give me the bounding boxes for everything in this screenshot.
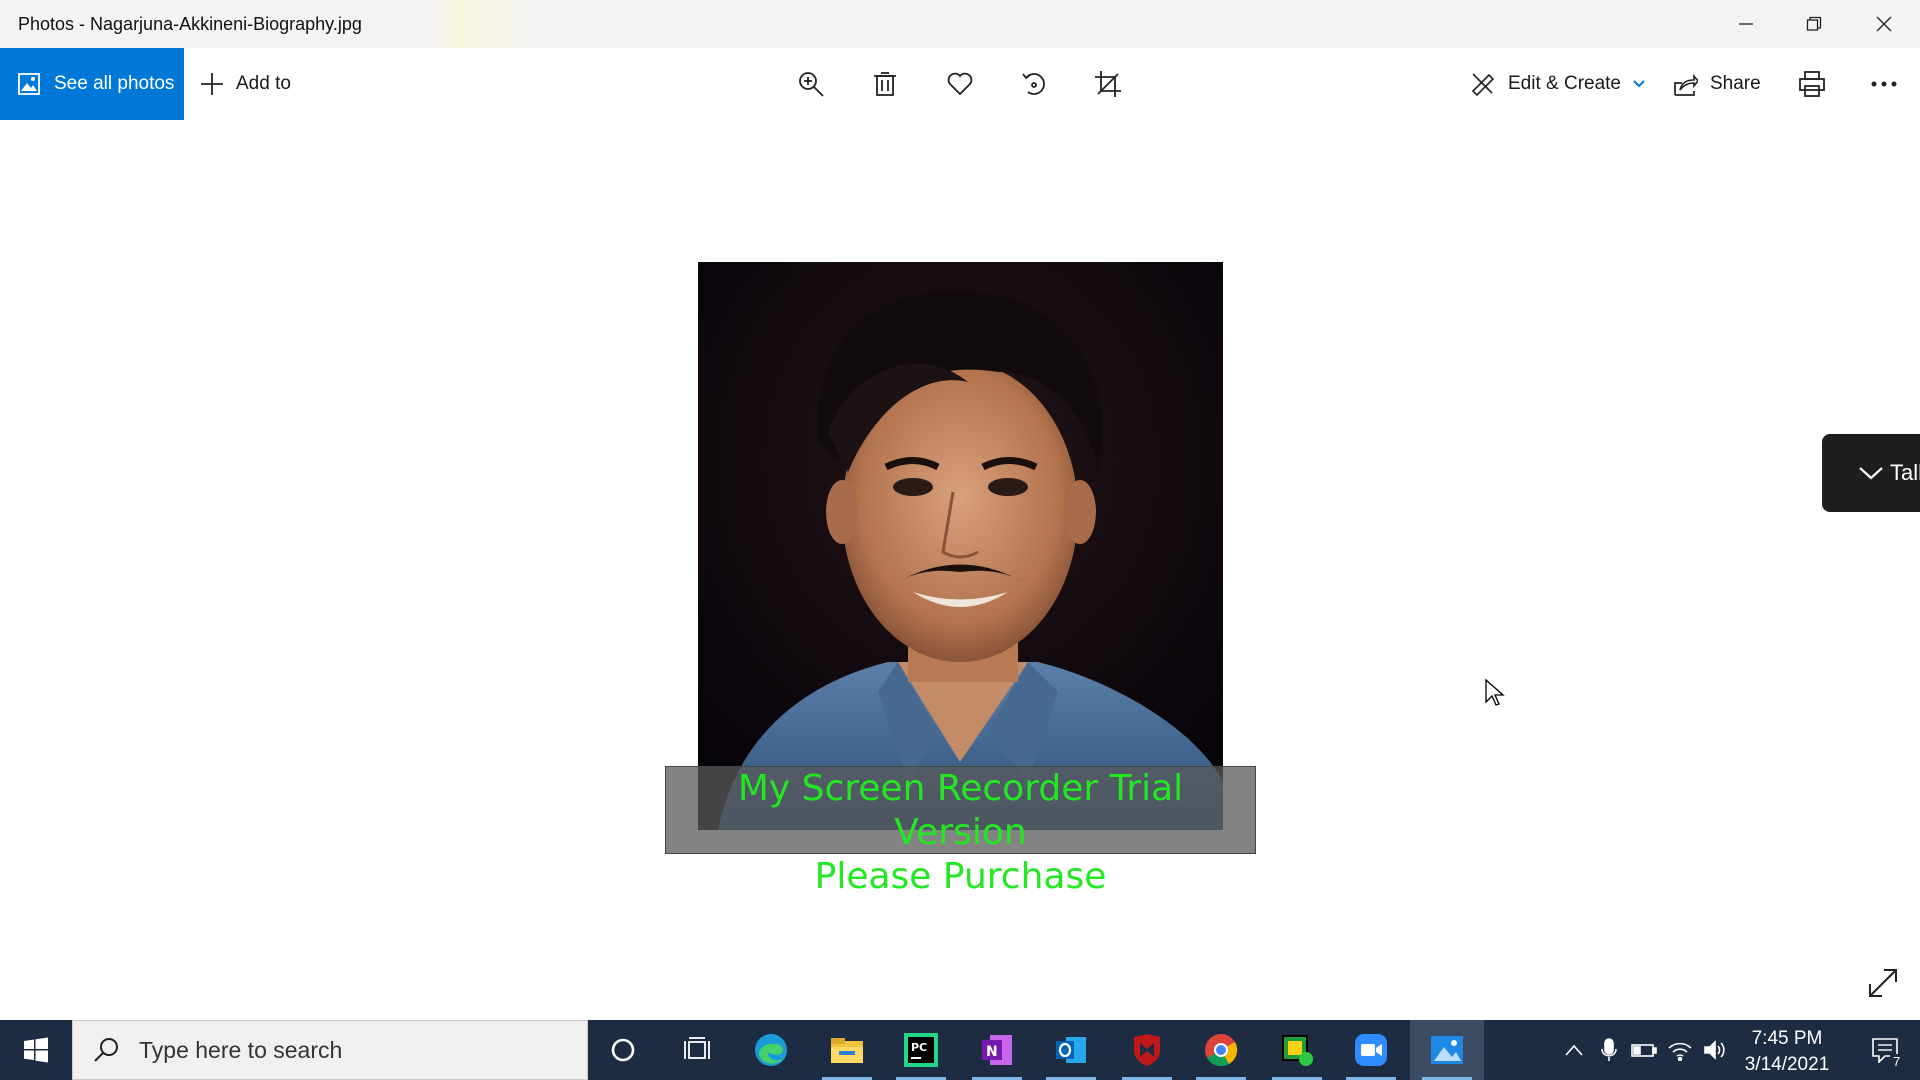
trial-watermark: My Screen Recorder Trial Version Please …: [665, 766, 1256, 897]
taskbar-file-explorer[interactable]: [810, 1020, 884, 1080]
notification-count-badge: 7: [1890, 1054, 1904, 1069]
minimize-icon: [1739, 23, 1753, 25]
clock-date: 3/14/2021: [1744, 1054, 1830, 1075]
taskbar-task-view[interactable]: [660, 1020, 734, 1080]
microphone-icon: [1601, 1038, 1617, 1061]
share-label: Share: [1710, 73, 1761, 94]
share-icon: [1674, 73, 1698, 96]
photo-viewer-image: [698, 262, 1223, 830]
crop-button[interactable]: [1088, 64, 1128, 104]
app-icon: [1282, 1035, 1313, 1066]
start-button[interactable]: [0, 1020, 72, 1080]
edit-create-button[interactable]: Edit & Create: [1470, 48, 1647, 120]
taskbar-pycharm[interactable]: PC: [884, 1020, 958, 1080]
taskbar: Type here to search PC N 7:45 PM 3/14/20…: [0, 1020, 1920, 1080]
tray-network[interactable]: [1662, 1020, 1698, 1080]
delete-button[interactable]: [865, 64, 905, 104]
portrait-photo: [698, 262, 1223, 830]
fullscreen-button[interactable]: [1866, 966, 1900, 1005]
zoom-icon: [799, 72, 824, 97]
chevron-down-icon: [1859, 467, 1883, 480]
tray-microphone[interactable]: [1592, 1020, 1626, 1080]
crop-icon: [1095, 71, 1121, 97]
search-icon: [94, 1038, 118, 1062]
search-placeholder: Type here to search: [139, 1036, 343, 1063]
taskbar-search-box[interactable]: Type here to search: [72, 1020, 588, 1080]
minimize-button[interactable]: [1712, 0, 1780, 48]
svg-text:PC: PC: [911, 1041, 927, 1054]
taskbar-onenote[interactable]: N: [960, 1020, 1034, 1080]
taskbar-cortana[interactable]: [586, 1020, 660, 1080]
battery-icon: [1631, 1044, 1657, 1057]
edge-icon: [755, 1034, 787, 1066]
more-icon: [1871, 81, 1897, 87]
tray-battery[interactable]: [1626, 1020, 1662, 1080]
title-bar: Photos - Nagarjuna-Akkineni-Biography.jp…: [0, 0, 1920, 48]
rotate-icon: [1022, 73, 1045, 95]
see-all-photos-button[interactable]: See all photos: [0, 48, 184, 120]
print-button[interactable]: [1792, 64, 1832, 104]
windows-logo-icon: [24, 1037, 48, 1063]
taskbar-zoom[interactable]: [1334, 1020, 1408, 1080]
zoom-icon: [1355, 1034, 1387, 1066]
add-to-button[interactable]: Add to: [200, 48, 291, 120]
expand-icon: [1869, 969, 1897, 997]
file-explorer-icon: [831, 1038, 863, 1063]
close-button[interactable]: [1850, 0, 1918, 48]
taskbar-edge[interactable]: [734, 1020, 808, 1080]
pycharm-icon: PC: [904, 1033, 938, 1067]
plus-icon: [201, 73, 223, 95]
taskbar-mcafee[interactable]: [1110, 1020, 1184, 1080]
tray-overflow-button[interactable]: [1556, 1020, 1592, 1080]
task-view-icon: [684, 1037, 710, 1059]
share-button[interactable]: Share: [1672, 48, 1761, 120]
edit-create-label: Edit & Create: [1508, 73, 1621, 94]
restore-icon: [1806, 16, 1822, 31]
print-icon: [1799, 71, 1825, 97]
volume-icon: [1704, 1040, 1725, 1060]
wifi-icon: [1668, 1042, 1692, 1061]
favorite-icon: [947, 72, 973, 96]
mouse-cursor-icon: [1485, 678, 1505, 706]
add-to-label: Add to: [236, 73, 291, 94]
close-icon: [1876, 16, 1892, 32]
photos-icon: [1431, 1036, 1463, 1064]
more-button[interactable]: [1864, 64, 1904, 104]
taskbar-chrome[interactable]: [1184, 1020, 1258, 1080]
toolbar: See all photos Add to Edit & Create Shar…: [0, 48, 1920, 120]
delete-icon: [874, 72, 896, 96]
favorite-button[interactable]: [940, 64, 980, 104]
window-title: Photos - Nagarjuna-Akkineni-Biography.jp…: [18, 14, 362, 34]
chevron-up-icon: [1565, 1044, 1583, 1056]
talk-panel-toggle[interactable]: Talk: [1822, 434, 1920, 512]
outlook-icon: [1056, 1037, 1086, 1063]
taskbar-app[interactable]: [1260, 1020, 1334, 1080]
onenote-icon: N: [982, 1035, 1012, 1065]
mcafee-icon: [1134, 1034, 1160, 1066]
zoom-button[interactable]: [791, 64, 831, 104]
action-center-button[interactable]: 7: [1850, 1020, 1920, 1080]
taskbar-outlook[interactable]: [1034, 1020, 1108, 1080]
taskbar-photos[interactable]: [1410, 1020, 1484, 1080]
talk-panel-label: Talk: [1890, 460, 1920, 485]
watermark-line-1: My Screen Recorder Trial Version: [737, 768, 1184, 853]
photos-gallery-icon: [18, 73, 40, 95]
rotate-button[interactable]: [1014, 64, 1054, 104]
taskbar-clock[interactable]: 7:45 PM 3/14/2021: [1734, 1026, 1840, 1078]
clock-time: 7:45 PM: [1751, 1028, 1823, 1049]
tray-volume[interactable]: [1698, 1020, 1734, 1080]
cortana-icon: [611, 1038, 635, 1062]
chevron-down-icon: [1633, 80, 1645, 88]
see-all-photos-label: See all photos: [54, 73, 175, 94]
chrome-icon: [1205, 1034, 1238, 1067]
watermark-line-2: Please Purchase: [814, 856, 1107, 897]
svg-text:N: N: [986, 1044, 998, 1060]
restore-button[interactable]: [1780, 0, 1848, 48]
edit-create-icon: [1471, 73, 1495, 97]
